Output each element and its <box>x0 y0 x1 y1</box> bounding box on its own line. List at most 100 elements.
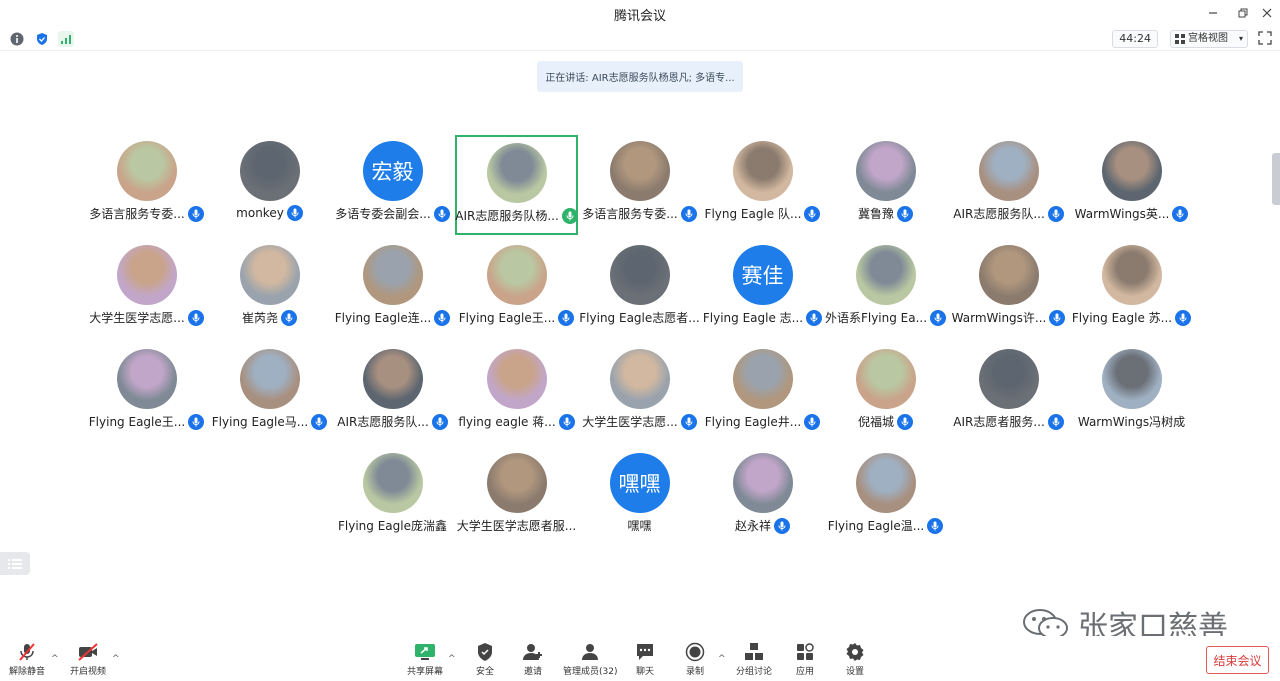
record-options-chevron-icon[interactable]: ^ <box>718 654 726 664</box>
participant-name: Flying Eagle庞湍鑫 <box>338 519 447 533</box>
restore-button[interactable] <box>1232 3 1254 23</box>
view-mode-dropdown[interactable]: 宫格视图 ▾ <box>1170 30 1248 48</box>
info-icon <box>10 32 24 46</box>
participant-tile[interactable]: 倪福城 <box>824 343 947 443</box>
participant-tile[interactable]: 外语系Flying Ea... <box>824 239 947 339</box>
list-icon <box>8 558 22 569</box>
participant-name: 外语系Flying Ea... <box>824 311 928 325</box>
participant-tile[interactable]: 大学生医学志愿... <box>578 343 701 443</box>
minimize-button[interactable] <box>1202 3 1224 23</box>
participant-tile[interactable]: WarmWings许... <box>947 239 1070 339</box>
participant-tile[interactable]: WarmWings冯树成 <box>1070 343 1193 443</box>
security-status-button[interactable] <box>34 31 50 47</box>
participant-name-row: Flying Eagle王... <box>85 413 208 430</box>
mic-icon <box>187 309 204 326</box>
mic-icon <box>558 413 575 430</box>
avatar <box>239 245 300 305</box>
participant-name: 多语言服务专委... <box>582 207 678 221</box>
end-meeting-button[interactable]: 结束会议 <box>1206 646 1269 674</box>
avatar <box>978 245 1039 305</box>
participant-tile[interactable]: 冀鲁豫 <box>824 135 947 235</box>
mic-icon <box>433 205 450 222</box>
participant-name: 嘿嘿 <box>627 519 652 533</box>
avatar <box>855 349 916 409</box>
participant-tile[interactable]: Flying Eagle王... <box>455 239 578 339</box>
share-screen-button[interactable]: 共享屏幕 <box>407 642 443 677</box>
apps-icon <box>797 643 814 660</box>
participant-tile[interactable]: 多语言服务专委... <box>85 135 208 235</box>
signal-icon <box>61 35 71 44</box>
mic-icon <box>561 207 578 224</box>
participant-name-row: Flyng Eagle 队... <box>701 205 824 222</box>
participant-tile[interactable]: AIR志愿服务队杨... <box>455 135 578 235</box>
participant-tile[interactable]: 赛佳 Flying Eagle 志... <box>701 239 824 339</box>
breakout-icon <box>745 643 763 660</box>
participant-name-row: Flying Eagle温... <box>824 517 947 534</box>
close-button[interactable] <box>1256 3 1278 23</box>
avatar <box>609 141 670 201</box>
participant-name: 倪福城 <box>857 415 894 429</box>
audio-options-chevron-icon[interactable]: ^ <box>51 654 59 664</box>
participant-name: Flying Eagle马... <box>211 415 309 429</box>
mic-icon <box>558 309 575 326</box>
participant-name: Flying Eagle井... <box>704 415 802 429</box>
participant-tile[interactable]: flying eagle 蒋... <box>455 343 578 443</box>
video-options-chevron-icon[interactable]: ^ <box>112 654 120 664</box>
participant-tile[interactable]: AIR志愿服务队... <box>331 343 454 443</box>
avatar <box>855 453 916 513</box>
security-button[interactable]: 安全 <box>474 642 496 677</box>
record-button[interactable]: 录制 <box>684 642 706 677</box>
participant-name: Flying Eagle连... <box>334 311 432 325</box>
participant-tile[interactable]: Flyng Eagle 队... <box>701 135 824 235</box>
mic-icon <box>680 205 697 222</box>
invite-button[interactable]: 邀请 <box>522 642 544 677</box>
participant-tile[interactable]: monkey <box>208 135 331 235</box>
avatar <box>486 143 547 203</box>
participant-tile[interactable]: Flying Eagle志愿者... <box>578 239 701 339</box>
record-icon <box>685 642 705 662</box>
participant-tile[interactable]: 多语言服务专委... <box>578 135 701 235</box>
participant-name-row: Flying Eagle王... <box>455 309 578 326</box>
participant-tile[interactable]: 崔芮尧 <box>208 239 331 339</box>
participant-name: Flyng Eagle 队... <box>704 207 802 221</box>
participant-tile[interactable]: 嘿嘿 嘿嘿 <box>578 447 701 547</box>
chat-button[interactable]: 聊天 <box>634 642 656 677</box>
participant-name-row: 嘿嘿 <box>578 517 701 534</box>
participant-tile[interactable]: 大学生医学志愿者服... <box>455 447 578 547</box>
participant-name-row: 大学生医学志愿... <box>85 309 208 326</box>
start-video-button[interactable]: 开启视频 <box>70 642 106 677</box>
participant-tile[interactable]: AIR志愿者服务... <box>947 343 1070 443</box>
settings-button[interactable]: 设置 <box>844 642 866 677</box>
participant-name: Flying Eagle王... <box>458 311 556 325</box>
participant-tile[interactable]: WarmWings英... <box>1070 135 1193 235</box>
participant-name-row: 赵永祥 <box>701 517 824 534</box>
participant-tile[interactable]: Flying Eagle井... <box>701 343 824 443</box>
breakout-rooms-button[interactable]: 分组讨论 <box>736 642 772 677</box>
manage-members-button[interactable]: 管理成员(32) <box>563 642 617 677</box>
participant-name-row: Flying Eagle庞湍鑫 <box>331 517 454 534</box>
mic-icon <box>930 309 947 326</box>
participant-tile[interactable]: 宏毅 多语专委会副会... <box>331 135 454 235</box>
participant-tile[interactable]: Flying Eagle温... <box>824 447 947 547</box>
meeting-window: 腾讯会议 44:24 宫格视图 ▾ 正在讲话: AIR志愿服务队杨恩凡; 多语专… <box>0 0 1280 681</box>
participant-tile[interactable]: 大学生医学志愿... <box>85 239 208 339</box>
chevron-down-icon: ▾ <box>1239 34 1244 43</box>
participant-tile[interactable]: Flying Eagle连... <box>331 239 454 339</box>
share-options-chevron-icon[interactable]: ^ <box>448 654 456 664</box>
apps-button[interactable]: 应用 <box>794 642 816 677</box>
avatar <box>116 245 177 305</box>
network-status-button[interactable] <box>58 31 74 47</box>
meeting-info-button[interactable] <box>9 31 25 47</box>
participant-tile[interactable]: Flying Eagle马... <box>208 343 331 443</box>
participant-tile[interactable]: Flying Eagle庞湍鑫 <box>331 447 454 547</box>
participant-name-row: Flying Eagle井... <box>701 413 824 430</box>
unmute-button[interactable]: 解除静音 <box>9 642 45 677</box>
participant-name-row: Flying Eagle志愿者... <box>578 309 701 326</box>
fullscreen-icon[interactable] <box>1258 31 1272 45</box>
participant-list-toggle[interactable] <box>0 552 30 575</box>
participant-tile[interactable]: Flying Eagle王... <box>85 343 208 443</box>
participant-tile[interactable]: 赵永祥 <box>701 447 824 547</box>
participant-tile[interactable]: Flying Eagle 苏... <box>1070 239 1193 339</box>
participant-tile[interactable]: AIR志愿服务队... <box>947 135 1070 235</box>
avatar <box>486 349 547 409</box>
